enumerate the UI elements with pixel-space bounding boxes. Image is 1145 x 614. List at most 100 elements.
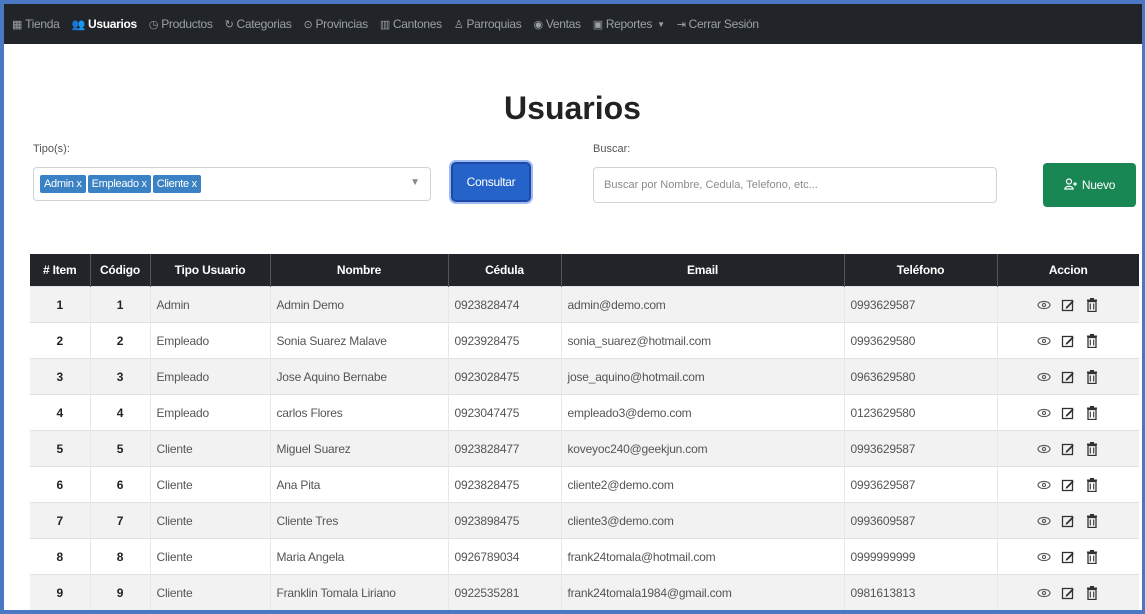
delete-icon[interactable] xyxy=(1085,549,1099,564)
cell-telefono: 0993629587 xyxy=(844,466,998,503)
cell-item: 1 xyxy=(30,286,91,323)
cell-nombre: Ana Pita xyxy=(270,466,449,503)
top-navbar: ▦ Tienda 👥 Usuarios ◷ Productos ↻ Categorias ⊙ Pr… xyxy=(4,4,1142,44)
header-cedula[interactable]: Cédula xyxy=(448,254,562,287)
edit-icon[interactable] xyxy=(1061,586,1075,600)
cell-nombre: Sonia Suarez Malave xyxy=(270,322,449,359)
search-input[interactable] xyxy=(593,167,997,203)
delete-icon[interactable] xyxy=(1085,477,1099,492)
nav-item-usuarios[interactable]: 👥 Usuarios xyxy=(72,17,138,31)
cell-item: 9 xyxy=(30,574,91,610)
edit-icon[interactable] xyxy=(1061,478,1075,492)
tipo-multiselect[interactable]: Admin x Empleado x Cliente x ▼ xyxy=(33,167,431,201)
edit-icon[interactable] xyxy=(1061,334,1075,348)
delete-icon[interactable] xyxy=(1085,297,1099,312)
cell-codigo: 4 xyxy=(90,394,151,431)
nav-label: Cerrar Sesión xyxy=(688,17,759,31)
header-telefono[interactable]: Teléfono xyxy=(844,254,998,287)
table-row[interactable]: 5 5 Cliente Miguel Suarez 0923828477 koveyoc2… xyxy=(30,430,1139,467)
users-table: # Item Código Tipo Usuario Nombre Cédula… xyxy=(30,254,1139,610)
table-row[interactable]: 3 3 Empleado Jose Aquino Bernabe 0923028475 j… xyxy=(30,358,1139,395)
nav-item-parroquias[interactable]: ♙ Parroquias xyxy=(454,17,522,31)
header-tipo-usuario[interactable]: Tipo Usuario xyxy=(150,254,271,287)
buscar-label: Buscar: xyxy=(593,143,631,155)
cell-telefono: 0993629587 xyxy=(844,286,998,323)
edit-icon[interactable] xyxy=(1061,370,1075,384)
page-title: Usuarios xyxy=(504,90,641,126)
nav-item-ventas[interactable]: ◉ Ventas xyxy=(533,17,582,31)
nav-label: Ventas xyxy=(545,17,581,31)
edit-icon[interactable] xyxy=(1061,298,1075,312)
nav-item-reportes[interactable]: ▣ Reportes ▼ xyxy=(593,17,665,31)
view-icon[interactable] xyxy=(1037,550,1051,564)
nav-item-categorias[interactable]: ↻ Categorias xyxy=(225,17,292,31)
header-email[interactable]: Email xyxy=(561,254,845,287)
edit-icon[interactable] xyxy=(1061,514,1075,528)
view-icon[interactable] xyxy=(1037,298,1051,312)
add-user-icon xyxy=(1064,177,1078,193)
header-codigo[interactable]: Código xyxy=(90,254,151,287)
nuevo-label: Nuevo xyxy=(1081,178,1116,192)
cell-tipo: Cliente xyxy=(150,502,271,539)
nav-item-productos[interactable]: ◷ Productos xyxy=(149,17,213,31)
columns-icon: ▥ xyxy=(379,18,390,31)
edit-icon[interactable] xyxy=(1061,550,1075,564)
cell-accion xyxy=(997,502,1139,539)
delete-icon[interactable] xyxy=(1085,369,1099,384)
table-row[interactable]: 7 7 Cliente Cliente Tres 0923898475 cliente3@… xyxy=(30,502,1139,539)
delete-icon[interactable] xyxy=(1085,333,1099,348)
view-icon[interactable] xyxy=(1037,442,1051,456)
view-icon[interactable] xyxy=(1037,334,1051,348)
cell-tipo: Cliente xyxy=(150,538,271,575)
table-row[interactable]: 8 8 Cliente Maria Angela 0926789034 frank24to… xyxy=(30,538,1139,575)
cell-tipo: Empleado xyxy=(150,358,271,395)
chip-cliente[interactable]: Cliente x xyxy=(152,175,201,193)
cell-email: empleado3@demo.com xyxy=(561,394,845,431)
view-icon[interactable] xyxy=(1037,514,1051,528)
nav-label: Usuarios xyxy=(87,17,137,31)
table-row[interactable]: 6 6 Cliente Ana Pita 0923828475 cliente2@demo… xyxy=(30,466,1139,503)
table-row[interactable]: 1 1 Admin Admin Demo 0923828474 admin@demo.co… xyxy=(30,286,1139,323)
cell-item: 4 xyxy=(30,394,91,431)
cell-cedula: 0923828474 xyxy=(448,286,562,323)
cell-tipo: Admin xyxy=(150,286,271,323)
report-icon: ▣ xyxy=(592,18,603,31)
cell-item: 5 xyxy=(30,430,91,467)
consultar-button[interactable]: Consultar xyxy=(451,162,531,202)
chip-empleado[interactable]: Empleado x xyxy=(87,175,151,193)
view-icon[interactable] xyxy=(1037,478,1051,492)
cell-email: koveyoc240@geekjun.com xyxy=(561,430,845,467)
delete-icon[interactable] xyxy=(1085,585,1099,600)
map-pin-icon: ⊙ xyxy=(303,18,313,31)
nav-item-cantones[interactable]: ▥ Cantones xyxy=(380,17,442,31)
delete-icon[interactable] xyxy=(1085,405,1099,420)
cell-cedula: 0923028475 xyxy=(448,358,562,395)
nav-item-tienda[interactable]: ▦ Tienda xyxy=(12,17,60,31)
edit-icon[interactable] xyxy=(1061,406,1075,420)
chevron-down-icon[interactable]: ▼ xyxy=(410,177,420,188)
coin-icon: ◉ xyxy=(533,18,544,31)
table-row[interactable]: 4 4 Empleado carlos Flores 0923047475 emplead… xyxy=(30,394,1139,431)
delete-icon[interactable] xyxy=(1085,441,1099,456)
nuevo-button[interactable]: Nuevo xyxy=(1043,163,1136,207)
view-icon[interactable] xyxy=(1037,370,1051,384)
nav-item-cerrar-sesi-n[interactable]: ⇥ Cerrar Sesión xyxy=(677,17,759,31)
table-row[interactable]: 2 2 Empleado Sonia Suarez Malave 0923928475 s… xyxy=(30,322,1139,359)
table-row[interactable]: 9 9 Cliente Franklin Tomala Liriano 09225352… xyxy=(30,574,1139,610)
view-icon[interactable] xyxy=(1037,586,1051,600)
cell-cedula: 0923828477 xyxy=(448,430,562,467)
nav-label: Productos xyxy=(161,17,213,31)
nav-item-provincias[interactable]: ⊙ Provincias xyxy=(303,17,369,31)
header-item[interactable]: # Item xyxy=(30,254,91,287)
cell-accion xyxy=(997,538,1139,575)
cell-cedula: 0923047475 xyxy=(448,394,562,431)
delete-icon[interactable] xyxy=(1085,513,1099,528)
cell-telefono: 0123629580 xyxy=(844,394,998,431)
header-nombre[interactable]: Nombre xyxy=(270,254,449,287)
edit-icon[interactable] xyxy=(1061,442,1075,456)
chip-admin[interactable]: Admin x xyxy=(40,175,86,193)
cell-cedula: 0923898475 xyxy=(448,502,562,539)
view-icon[interactable] xyxy=(1037,406,1051,420)
cell-codigo: 7 xyxy=(90,502,151,539)
table-header-row: # Item Código Tipo Usuario Nombre Cédula… xyxy=(30,254,1139,287)
